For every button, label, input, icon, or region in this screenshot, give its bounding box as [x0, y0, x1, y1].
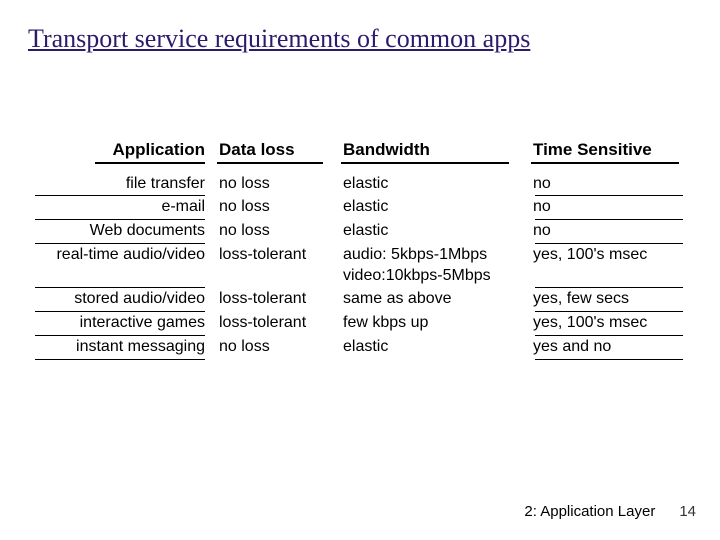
cell-loss: loss-tolerant [215, 289, 339, 310]
cell-time: no [529, 221, 699, 242]
table-header-row: Application Data loss Bandwidth Time Sen… [0, 140, 720, 160]
table-row: real-time audio/video loss-tolerant audi… [0, 245, 720, 266]
table-row: video:10kbps-5Mbps [0, 266, 720, 287]
table-row: e-mail no loss elastic no [0, 197, 720, 218]
cell-time: no [529, 197, 699, 218]
cell-bw: video:10kbps-5Mbps [339, 266, 529, 287]
row-underline [0, 243, 720, 244]
cell-bw: elastic [339, 221, 529, 242]
cell-bw: elastic [339, 174, 529, 195]
cell-loss: no loss [215, 337, 339, 358]
table-row: interactive games loss-tolerant few kbps… [0, 313, 720, 334]
cell-app: interactive games [0, 313, 215, 334]
row-underline [0, 287, 720, 288]
cell-time: no [529, 174, 699, 195]
row-underline [0, 311, 720, 312]
slide-title: Transport service requirements of common… [0, 0, 720, 62]
table-row: stored audio/video loss-tolerant same as… [0, 289, 720, 310]
cell-time: yes and no [529, 337, 699, 358]
cell-loss: loss-tolerant [215, 313, 339, 334]
cell-time: yes, few secs [529, 289, 699, 310]
table-row: Web documents no loss elastic no [0, 221, 720, 242]
cell-bw: few kbps up [339, 313, 529, 334]
footer-section: 2: Application Layer [524, 503, 655, 520]
cell-time [529, 266, 699, 287]
header-time-sensitive: Time Sensitive [529, 140, 699, 160]
cell-loss: no loss [215, 221, 339, 242]
cell-loss: no loss [215, 197, 339, 218]
cell-app [0, 266, 215, 287]
cell-bw: elastic [339, 197, 529, 218]
cell-time: yes, 100's msec [529, 313, 699, 334]
requirements-table: Application Data loss Bandwidth Time Sen… [0, 140, 720, 361]
table-row: instant messaging no loss elastic yes an… [0, 337, 720, 358]
header-data-loss: Data loss [215, 140, 339, 160]
cell-app: Web documents [0, 221, 215, 242]
row-underline [0, 335, 720, 336]
cell-bw: audio: 5kbps-1Mbps [339, 245, 529, 266]
cell-app: instant messaging [0, 337, 215, 358]
table-row: file transfer no loss elastic no [0, 174, 720, 195]
cell-app: stored audio/video [0, 289, 215, 310]
slide-footer: 2: Application Layer 14 [524, 503, 696, 520]
cell-time: yes, 100's msec [529, 245, 699, 266]
cell-app: file transfer [0, 174, 215, 195]
header-underline [0, 162, 720, 164]
cell-loss [215, 266, 339, 287]
cell-app: e-mail [0, 197, 215, 218]
cell-bw: same as above [339, 289, 529, 310]
row-underline [0, 359, 720, 360]
footer-page-number: 14 [679, 503, 696, 520]
cell-loss: loss-tolerant [215, 245, 339, 266]
table-body: file transfer no loss elastic no e-mail … [0, 174, 720, 360]
cell-app: real-time audio/video [0, 245, 215, 266]
cell-bw: elastic [339, 337, 529, 358]
cell-loss: no loss [215, 174, 339, 195]
header-application: Application [0, 140, 215, 160]
row-underline [0, 219, 720, 220]
header-bandwidth: Bandwidth [339, 140, 529, 160]
row-underline [0, 195, 720, 196]
